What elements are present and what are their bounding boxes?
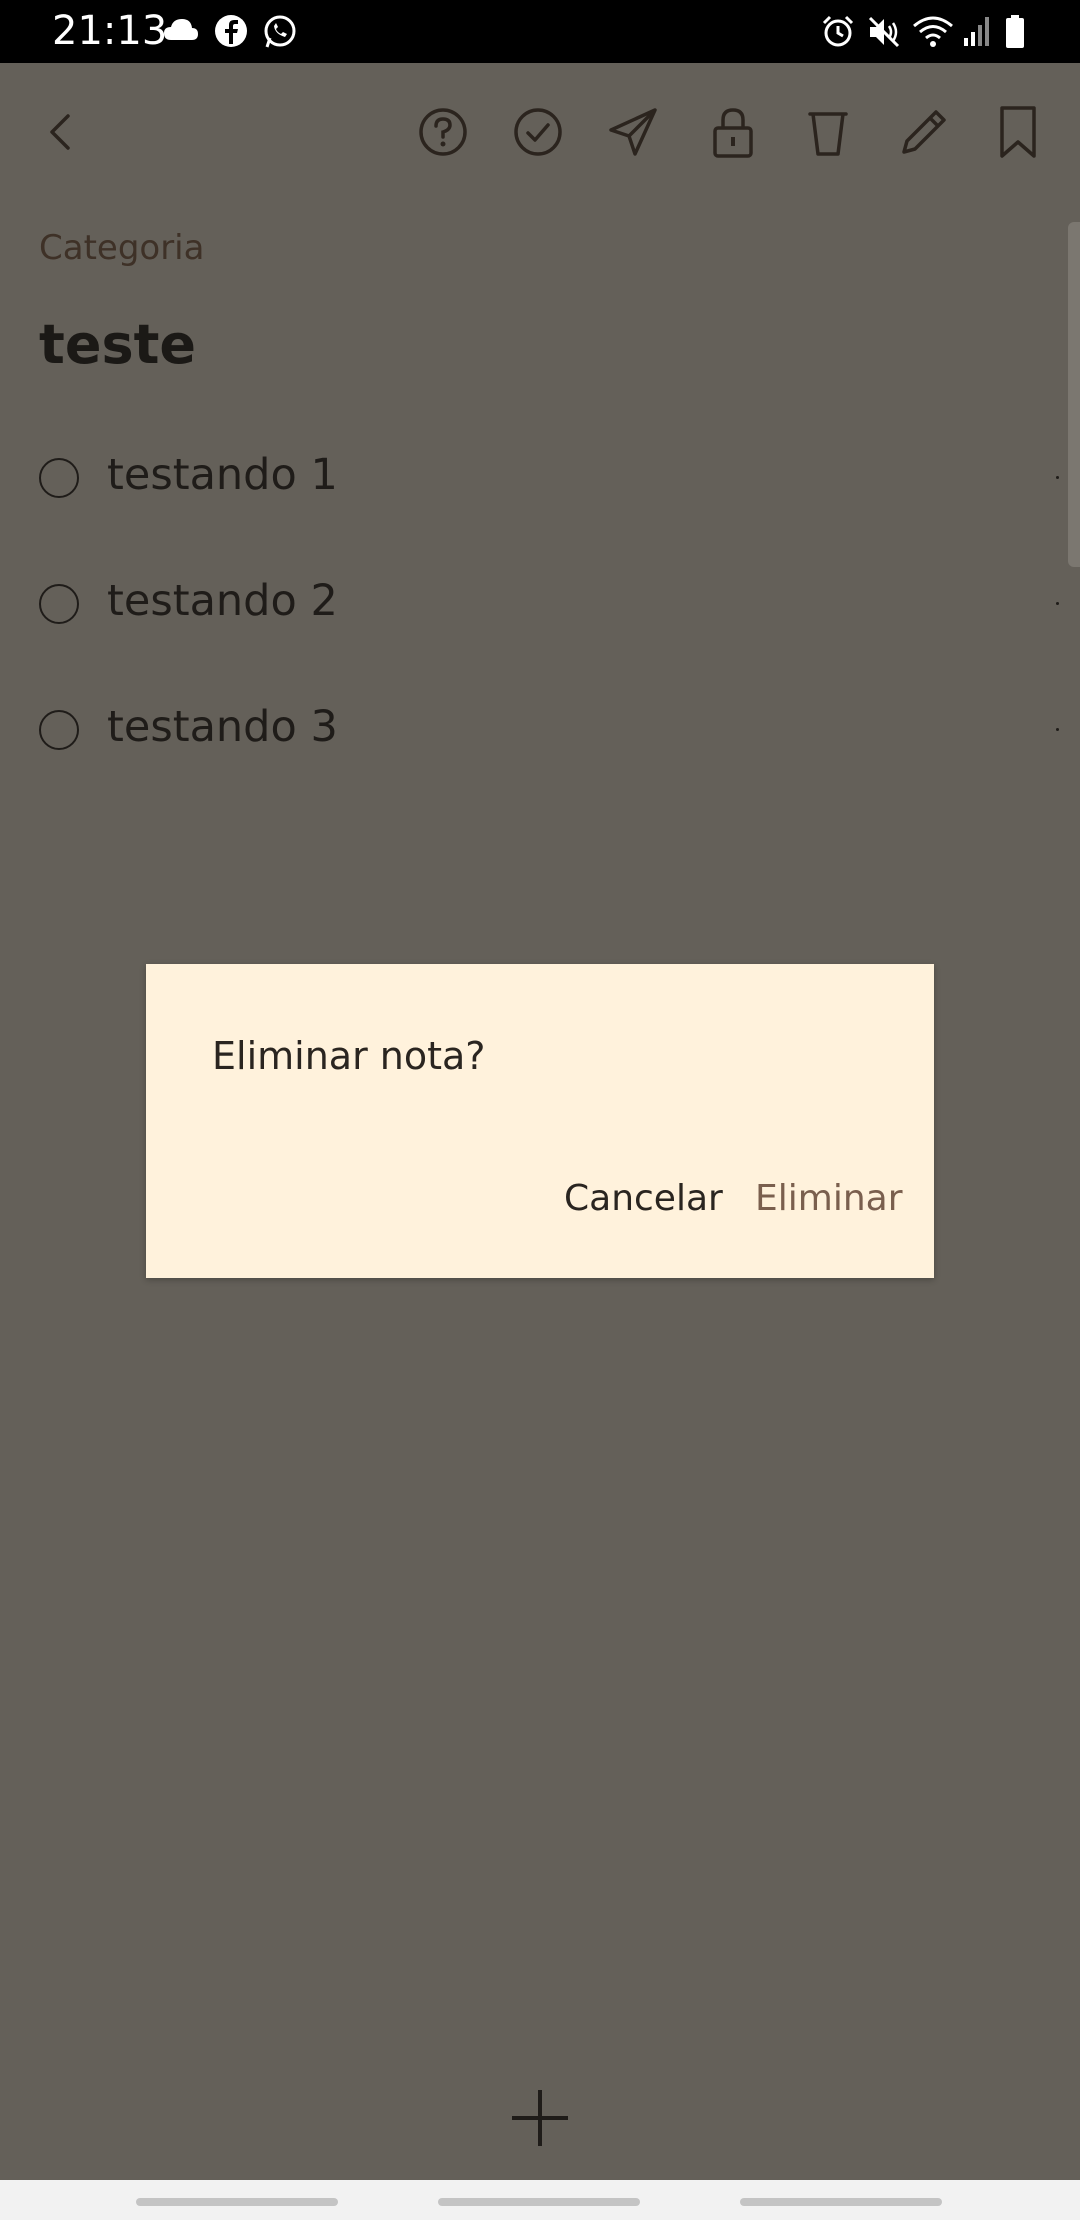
status-bar: 21:13 [0,0,1080,63]
lock-icon[interactable] [705,104,761,160]
send-icon[interactable] [605,104,661,160]
note-category[interactable]: Categoria [39,228,204,268]
delete-button[interactable]: Eliminar [755,1178,903,1219]
checkbox[interactable] [39,584,79,624]
back-button[interactable] [740,2198,942,2206]
drag-handle[interactable] [1056,602,1059,605]
cancel-button[interactable]: Cancelar [564,1178,723,1219]
navigation-bar [0,2180,1080,2220]
add-icon[interactable] [510,2088,570,2148]
facebook-icon [214,14,248,52]
drag-handle[interactable] [1056,476,1059,479]
help-icon[interactable] [415,104,471,160]
recents-button[interactable] [136,2198,338,2206]
edit-icon[interactable] [896,104,952,160]
wifi-icon [912,14,954,54]
mute-icon [866,14,902,54]
checklist-item[interactable]: testando 1 [39,440,1059,520]
checklist-item-text[interactable]: testando 3 [107,702,338,752]
checkbox[interactable] [39,710,79,750]
note-title[interactable]: teste [39,313,196,376]
cloud-icon [162,14,200,52]
drag-handle[interactable] [1056,728,1059,731]
signal-icon [962,14,992,52]
status-time: 21:13 [52,8,168,54]
dialog-title: Eliminar nota? [212,1034,486,1078]
battery-icon [1004,14,1026,54]
check-circle-icon[interactable] [510,104,566,160]
back-icon[interactable] [32,104,88,160]
delete-note-dialog: Eliminar nota? Cancelar Eliminar [146,964,934,1278]
checklist-item[interactable]: testando 3 [39,692,1059,772]
whatsapp-icon [262,14,298,54]
checklist-item[interactable]: testando 2 [39,566,1059,646]
alarm-icon [820,14,856,54]
checklist-item-text[interactable]: testando 2 [107,576,338,626]
bookmark-icon[interactable] [990,104,1046,160]
trash-icon[interactable] [800,104,856,160]
checklist-item-text[interactable]: testando 1 [107,450,338,500]
home-button[interactable] [438,2198,640,2206]
scrollbar[interactable] [1068,222,1080,567]
checkbox[interactable] [39,458,79,498]
